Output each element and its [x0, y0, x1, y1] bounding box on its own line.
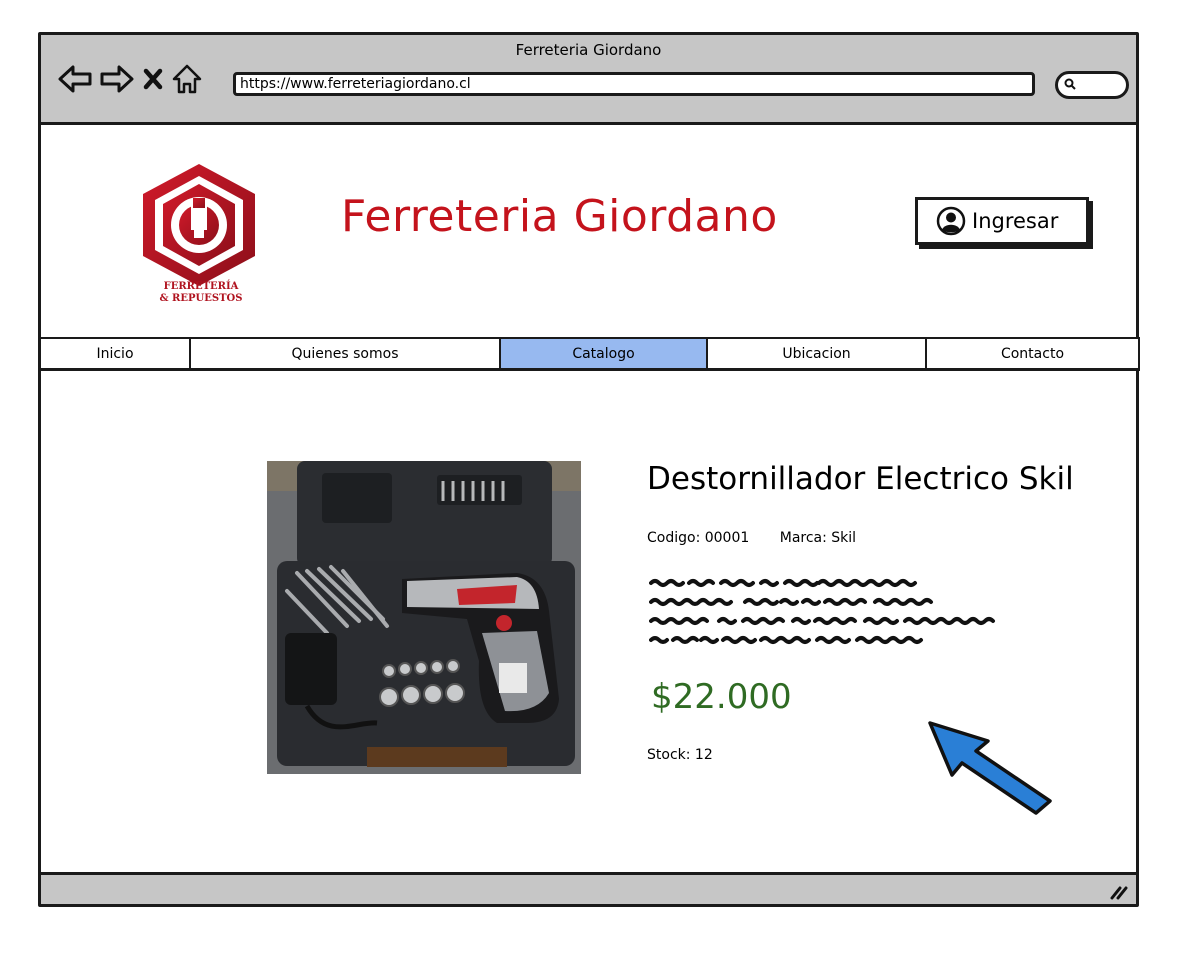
- search-icon: [1064, 78, 1076, 90]
- browser-status-bar: [41, 872, 1136, 904]
- url-input[interactable]: https://www.ferreteriagiordano.cl: [233, 72, 1035, 96]
- login-label: Ingresar: [972, 209, 1059, 233]
- logo-line-2: & REPUESTOS: [159, 293, 243, 304]
- menu-item-label: Catalogo: [572, 345, 635, 362]
- placeholder-description-scribble: [649, 579, 995, 644]
- product-image: [267, 461, 581, 774]
- logo-text: FERRETERÍA & REPUESTOS: [141, 281, 261, 305]
- product-brand: Marca: Skil: [779, 530, 857, 546]
- pointer-cursor-icon: [928, 721, 1052, 815]
- product-meta: Codigo: 00001 Marca: Skil: [647, 530, 882, 546]
- menu-item-quienes-somos[interactable]: Quienes somos: [191, 339, 501, 368]
- back-arrow-icon[interactable]: [57, 64, 93, 94]
- product-title: Destornillador Electrico Skil: [647, 461, 1074, 497]
- forward-arrow-icon[interactable]: [99, 64, 135, 94]
- home-icon[interactable]: [171, 63, 203, 95]
- window-title: Ferreteria Giordano: [515, 41, 662, 59]
- product-code: Codigo: 00001: [647, 530, 750, 546]
- main-menu: Inicio Quienes somos Catalogo Ubicacion …: [39, 337, 1140, 371]
- browser-window: Ferreteria Giordano https://www.ferreter…: [38, 32, 1140, 907]
- menu-item-catalogo[interactable]: Catalogo: [501, 339, 708, 368]
- menu-item-label: Quienes somos: [291, 345, 399, 362]
- menu-item-ubicacion[interactable]: Ubicacion: [708, 339, 927, 368]
- navigation-buttons: [57, 63, 203, 95]
- menu-item-label: Inicio: [96, 345, 134, 362]
- resize-handle-icon[interactable]: [1110, 882, 1128, 900]
- site-title: Ferreteria Giordano: [341, 191, 778, 242]
- login-button[interactable]: Ingresar: [915, 197, 1089, 245]
- browser-search-field[interactable]: [1055, 71, 1129, 99]
- menu-item-label: Contacto: [1000, 345, 1065, 362]
- menu-item-label: Ubicacion: [782, 345, 851, 362]
- menu-item-contacto[interactable]: Contacto: [927, 339, 1140, 368]
- user-icon: [936, 206, 966, 236]
- browser-toolbar: Ferreteria Giordano https://www.ferreter…: [41, 35, 1136, 125]
- product-stock: Stock: 12: [647, 747, 713, 763]
- site-header: FERRETERÍA & REPUESTOS Ferreteria Giorda…: [41, 125, 1136, 337]
- product-price: $22.000: [651, 677, 792, 717]
- logo-line-1: FERRETERÍA: [163, 281, 239, 292]
- close-icon[interactable]: [141, 64, 165, 94]
- menu-item-inicio[interactable]: Inicio: [39, 339, 191, 368]
